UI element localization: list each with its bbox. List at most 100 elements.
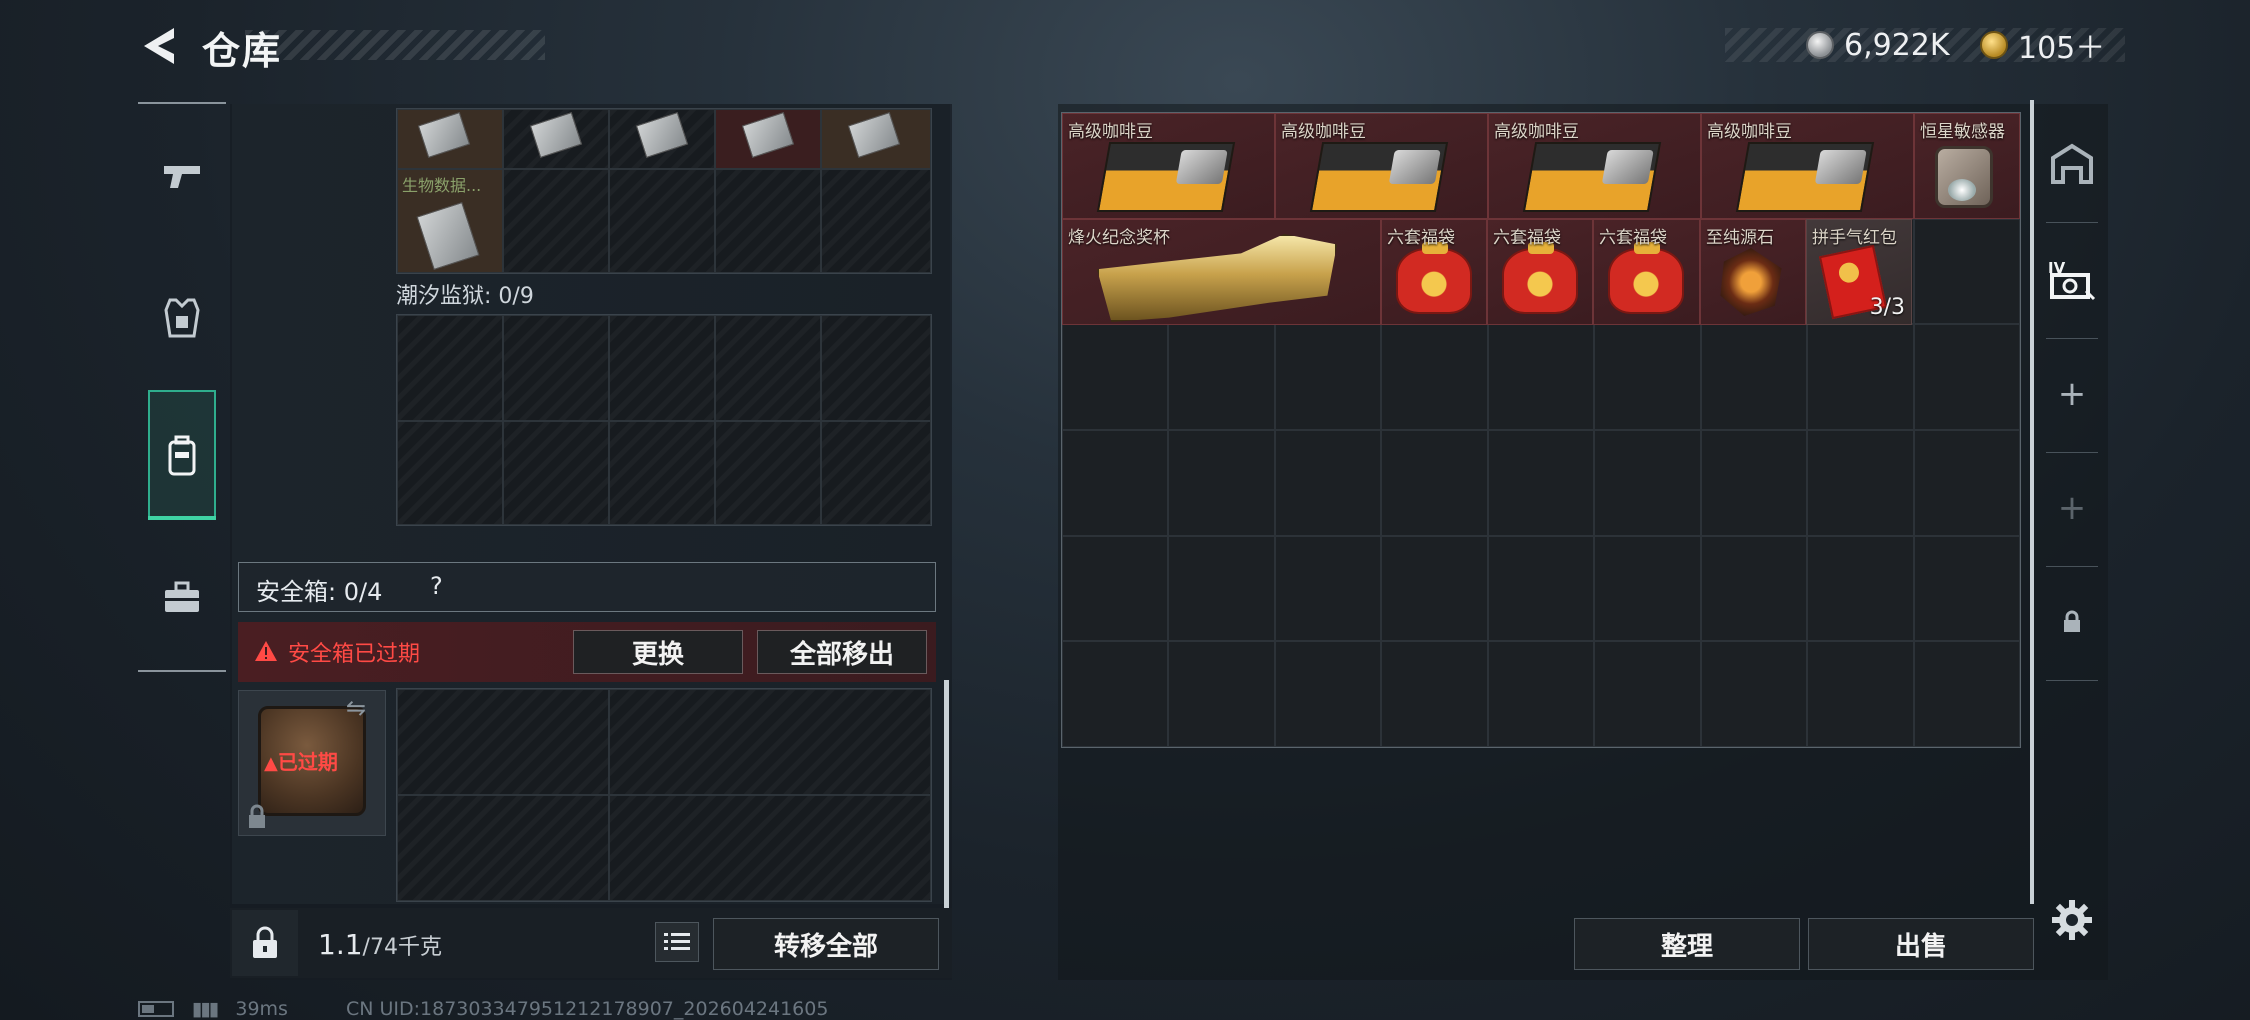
grid-slot-bio-data[interactable]: 生物数据...: [397, 169, 503, 273]
stash-item-lucky-bag[interactable]: 六套福袋: [1381, 219, 1487, 325]
stash-empty-slot[interactable]: [1381, 324, 1488, 430]
stash-empty-slot[interactable]: [1274, 641, 1382, 747]
stash-empty-slot[interactable]: [1700, 535, 1808, 642]
grid-slot[interactable]: [397, 689, 609, 795]
armor-vest-icon: [164, 298, 200, 338]
stash-tab-iv[interactable]: IV: [2046, 254, 2098, 306]
stash-item-coffee[interactable]: 高级咖啡豆: [1701, 113, 1914, 219]
stash-item-lucky-bag[interactable]: 六套福袋: [1593, 219, 1700, 325]
stash-empty-slot[interactable]: [1168, 535, 1275, 642]
stash-empty-slot[interactable]: [1913, 535, 2020, 642]
grid-slot[interactable]: [609, 689, 931, 795]
rail-tab-backpack[interactable]: [150, 424, 214, 488]
stash-empty-slot[interactable]: [1168, 641, 1275, 747]
weight-lock-icon: [253, 926, 277, 958]
sell-button[interactable]: 出售: [1808, 918, 2034, 970]
stash-empty-slot[interactable]: [1381, 641, 1488, 747]
stash-empty-slot[interactable]: [1062, 641, 1169, 747]
stash-scrollbar[interactable]: [2030, 100, 2034, 904]
stash-empty-slot[interactable]: [1807, 641, 1914, 747]
grid-slot[interactable]: [609, 421, 715, 525]
organize-button[interactable]: 整理: [1574, 918, 1800, 970]
safe-box-help-icon[interactable]: ?: [430, 572, 443, 600]
stash-empty-slot[interactable]: [1807, 535, 1914, 642]
stash-item-coffee[interactable]: 高级咖啡豆: [1275, 113, 1488, 219]
stash-empty-slot[interactable]: [1913, 218, 2020, 325]
stash-empty-slot[interactable]: [1594, 641, 1701, 747]
rail-tab-weapons[interactable]: [150, 146, 214, 210]
stash-empty-slot[interactable]: [1807, 430, 1914, 536]
stash-empty-slot[interactable]: [1594, 324, 1701, 430]
grid-slot[interactable]: [397, 109, 503, 169]
stash-empty-slot[interactable]: [1594, 535, 1701, 642]
stash-empty-slot[interactable]: [1594, 430, 1701, 536]
stash-item-red-packet[interactable]: 拼手气红包 3/3: [1806, 219, 1912, 325]
stash-empty-slot[interactable]: [1381, 535, 1488, 642]
grid-slot[interactable]: [821, 315, 931, 421]
stash-empty-slot[interactable]: [1487, 324, 1595, 430]
gold-currency[interactable]: 105＋: [1980, 28, 2105, 66]
stash-empty-slot[interactable]: [1062, 535, 1169, 642]
grid-slot[interactable]: [715, 109, 821, 169]
stash-tab-warehouse[interactable]: [2046, 138, 2098, 190]
stash-empty-slot[interactable]: [1487, 430, 1595, 536]
add-stash-tab-button[interactable]: +: [2046, 368, 2098, 420]
grid-slot[interactable]: [609, 795, 931, 901]
settings-gear-icon[interactable]: [2050, 898, 2094, 942]
item-name: 至纯源石: [1706, 228, 1774, 248]
grid-slot[interactable]: [397, 421, 503, 525]
stash-empty-slot[interactable]: [1913, 430, 2020, 536]
stash-empty-slot[interactable]: [1274, 430, 1382, 536]
grid-slot[interactable]: [821, 109, 931, 169]
stash-item-sensor[interactable]: 恒星敏感器: [1914, 113, 2020, 219]
stash-empty-slot[interactable]: [1913, 324, 2020, 430]
grid-slot[interactable]: [609, 315, 715, 421]
stash-item-trophy[interactable]: 烽火纪念奖杯: [1062, 219, 1381, 325]
swap-icon[interactable]: ⇋: [346, 694, 366, 722]
grid-slot[interactable]: [715, 315, 821, 421]
grid-slot[interactable]: [715, 421, 821, 525]
stash-empty-slot[interactable]: [1274, 535, 1382, 642]
stash-empty-slot[interactable]: [1274, 324, 1382, 430]
warning-icon: [255, 641, 277, 661]
grid-slot[interactable]: [609, 169, 715, 273]
rail-tab-tools[interactable]: [150, 566, 214, 630]
stash-empty-slot[interactable]: [1062, 324, 1169, 430]
stash-empty-slot[interactable]: [1062, 430, 1169, 536]
stash-empty-slot[interactable]: [1700, 324, 1808, 430]
grid-slot[interactable]: [503, 421, 609, 525]
list-view-button[interactable]: [655, 922, 699, 962]
transfer-all-button[interactable]: 转移全部: [713, 918, 939, 970]
grid-slot[interactable]: [397, 315, 503, 421]
stash-empty-slot[interactable]: [1487, 641, 1595, 747]
stash-empty-slot[interactable]: [1381, 430, 1488, 536]
stash-item-source-stone[interactable]: 至纯源石: [1700, 219, 1806, 325]
move-all-out-button[interactable]: 全部移出: [757, 630, 927, 674]
carry-weight-capacity: /74千克: [362, 935, 442, 960]
stash-empty-slot[interactable]: [1168, 430, 1275, 536]
silver-currency[interactable]: 6,922K: [1806, 28, 1950, 63]
rail-tab-armor[interactable]: [150, 286, 214, 350]
grid-slot[interactable]: [715, 169, 821, 273]
grid-slot[interactable]: [503, 109, 609, 169]
stash-empty-slot[interactable]: [1700, 641, 1808, 747]
stash-item-coffee[interactable]: 高级咖啡豆: [1488, 113, 1701, 219]
grid-slot[interactable]: [503, 169, 609, 273]
stash-empty-slot[interactable]: [1487, 535, 1595, 642]
stash-empty-slot[interactable]: [1168, 324, 1275, 430]
grid-slot[interactable]: [609, 109, 715, 169]
scrollbar-thumb[interactable]: [944, 680, 949, 910]
back-arrow-icon[interactable]: [138, 24, 178, 68]
stash-item-lucky-bag[interactable]: 六套福袋: [1487, 219, 1593, 325]
grid-slot[interactable]: [821, 421, 931, 525]
locked-stash-tab[interactable]: [2046, 596, 2098, 648]
uid-text: CN UID:18730334795121217890​7_2026042416…: [345, 998, 829, 1020]
grid-slot[interactable]: [503, 315, 609, 421]
stash-empty-slot[interactable]: [1807, 324, 1914, 430]
grid-slot[interactable]: [821, 169, 931, 273]
grid-slot[interactable]: [397, 795, 609, 901]
stash-empty-slot[interactable]: [1700, 430, 1808, 536]
replace-button[interactable]: 更换: [573, 630, 743, 674]
stash-empty-slot[interactable]: [1913, 641, 2020, 747]
stash-item-coffee[interactable]: 高级咖啡豆: [1062, 113, 1275, 219]
